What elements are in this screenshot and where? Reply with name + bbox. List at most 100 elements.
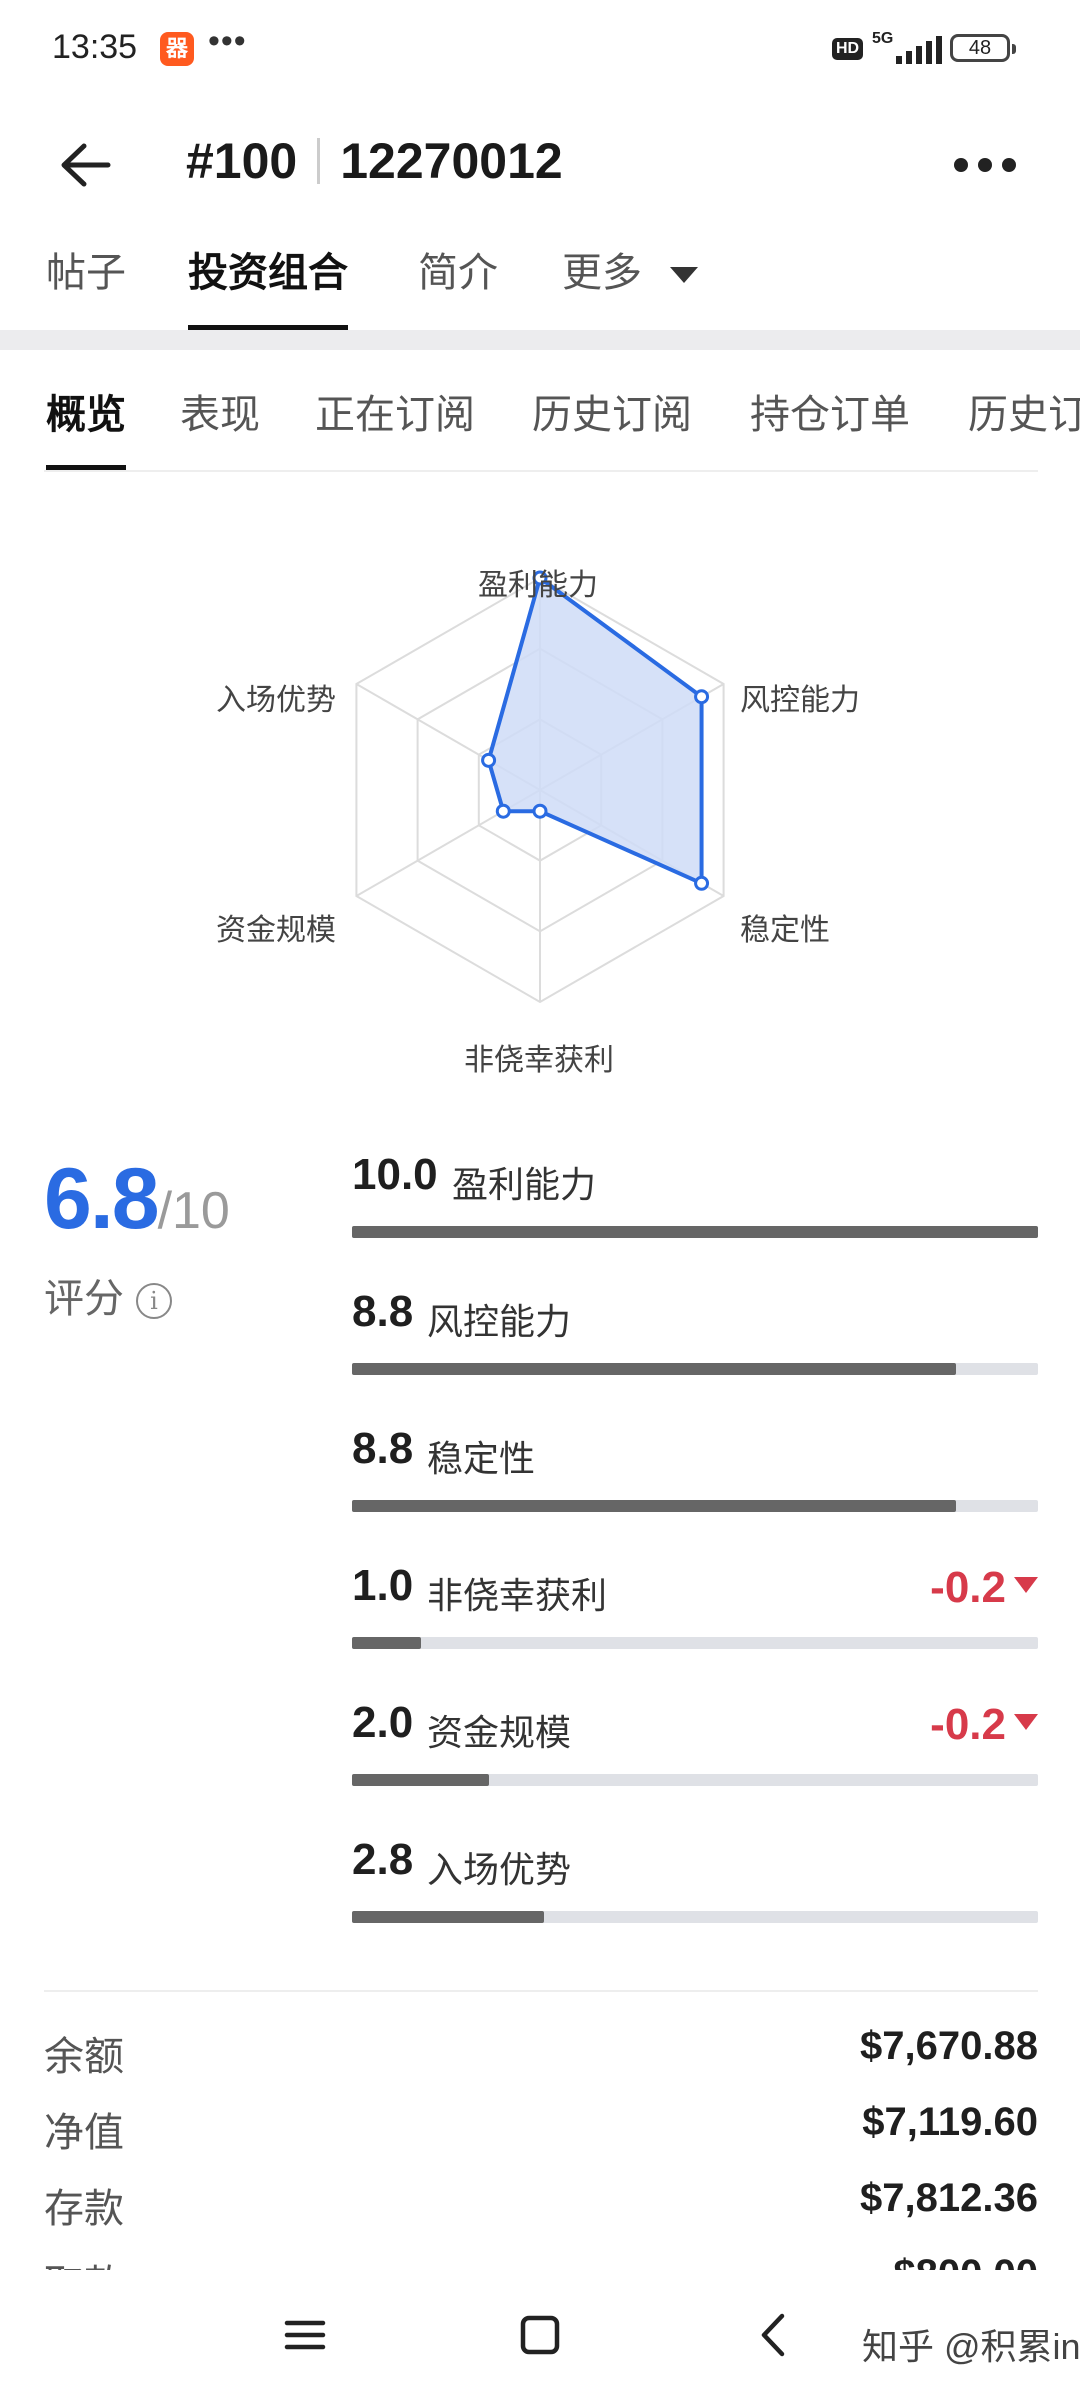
metric-name: 盈利能力 xyxy=(452,1164,597,1205)
account-value: $7,119.60 xyxy=(862,2100,1038,2144)
more-notifications-icon: ••• xyxy=(208,22,247,60)
metric-bar xyxy=(352,1637,1038,1649)
tab-underline xyxy=(44,470,1038,472)
menu-icon xyxy=(284,2320,326,2350)
metric-name: 风控能力 xyxy=(427,1301,572,1342)
radar-label-non-luck: 非侥幸获利 xyxy=(464,1044,614,1077)
radar-label-stability: 稳定性 xyxy=(740,914,830,947)
triangle-down-icon xyxy=(1014,1577,1038,1594)
subtab-overview[interactable]: 概览 xyxy=(46,382,126,470)
metric-name: 非侥幸获利 xyxy=(427,1575,608,1616)
metric-row: 10.0 盈利能力 xyxy=(352,1150,1038,1286)
rank-number: #100 xyxy=(186,133,298,189)
metric-value: 2.0 xyxy=(352,1698,414,1747)
metric-row: 2.8 入场优势 xyxy=(352,1835,1038,1971)
summary-divider xyxy=(44,1990,1038,1992)
metric-bar-fill xyxy=(352,1500,956,1512)
account-value: -$800.00 xyxy=(880,2252,1038,2270)
subtab-subscribing[interactable]: 正在订阅 xyxy=(315,382,475,470)
account-row-balance: 余额 $7,670.88 xyxy=(44,2020,1038,2080)
score-label: 评分 xyxy=(44,1277,124,1321)
metric-bar xyxy=(352,1911,1038,1923)
metric-value: 10.0 xyxy=(352,1150,438,1199)
tab-more-label: 更多 xyxy=(562,251,642,295)
subtab-open-orders[interactable]: 持仓订单 xyxy=(750,382,910,470)
metric-bar xyxy=(352,1500,1038,1512)
main-tabs: 帖子 投资组合 简介 更多 xyxy=(0,230,1080,330)
metric-bar xyxy=(352,1226,1038,1238)
caret-down-icon xyxy=(670,267,699,284)
metric-value: 2.8 xyxy=(352,1835,414,1884)
radar-svg xyxy=(355,570,725,1004)
account-value: $7,670.88 xyxy=(860,2024,1038,2068)
app-notification-icon: 器 xyxy=(160,32,194,66)
metric-bar-fill xyxy=(352,1226,1038,1238)
metric-name: 资金规模 xyxy=(427,1712,572,1753)
radar-label-profitability: 盈利能力 xyxy=(478,569,598,602)
radar-data-point xyxy=(481,752,497,768)
status-time: 13:35 xyxy=(52,28,138,66)
metric-row: 8.8 稳定性 xyxy=(352,1424,1038,1560)
page-header: #100 12270012 xyxy=(0,110,1080,220)
page-title: #100 12270012 xyxy=(186,132,563,192)
score-label-row: 评分 i xyxy=(44,1266,172,1324)
radar-data-point xyxy=(694,875,710,891)
metric-row: 2.0 资金规模 -0.2 xyxy=(352,1698,1038,1834)
tab-portfolio[interactable]: 投资组合 xyxy=(188,240,348,330)
overall-score: 6.8/10 xyxy=(44,1150,230,1249)
home-square-icon xyxy=(520,2315,560,2355)
account-row-equity: 净值 $7,119.60 xyxy=(44,2096,1038,2156)
account-row-deposit: 存款 $7,812.36 xyxy=(44,2172,1038,2232)
account-value: $7,812.36 xyxy=(860,2176,1038,2220)
home-button[interactable] xyxy=(505,2300,575,2370)
radar-data-point xyxy=(694,689,710,705)
system-nav-bar: 知乎 @积累ing xyxy=(0,2270,1080,2400)
metric-bar xyxy=(352,1774,1038,1786)
account-label: 存款 xyxy=(44,2187,124,2231)
menu-button[interactable] xyxy=(270,2300,340,2370)
hd-icon: HD xyxy=(832,38,864,60)
info-icon[interactable]: i xyxy=(136,1283,172,1320)
subtab-performance[interactable]: 表现 xyxy=(180,382,260,470)
account-label: 净值 xyxy=(44,2111,124,2155)
more-options-button[interactable] xyxy=(940,144,1030,184)
signal-icon xyxy=(896,36,942,64)
arrow-left-icon xyxy=(61,143,111,187)
system-back-button[interactable] xyxy=(740,2300,810,2370)
metric-bar-fill xyxy=(352,1637,421,1649)
metric-delta: -0.2 xyxy=(930,1563,1038,1613)
radar-chart: 盈利能力 风控能力 稳定性 非侥幸获利 资金规模 入场优势 xyxy=(180,540,900,1100)
account-summary: 余额 $7,670.88 净值 $7,119.60 存款 $7,812.36 取… xyxy=(0,1990,1080,2270)
metric-bar xyxy=(352,1363,1038,1375)
subtab-subscription-history[interactable]: 历史订阅 xyxy=(532,382,692,470)
tab-more[interactable]: 更多 xyxy=(562,240,701,330)
triangle-down-icon xyxy=(1014,1714,1038,1731)
score-max: /10 xyxy=(157,1182,230,1240)
score-value: 6.8 xyxy=(44,1151,160,1247)
sub-tabs: 概览 表现 正在订阅 历史订阅 持仓订单 历史订单 xyxy=(0,360,1080,470)
radar-data-area xyxy=(486,576,704,886)
radar-data-point xyxy=(495,803,511,819)
metric-value: 8.8 xyxy=(352,1287,414,1336)
metric-bar-fill xyxy=(352,1363,956,1375)
account-label: 取款 xyxy=(44,2252,124,2270)
section-divider xyxy=(0,330,1080,350)
tab-profile[interactable]: 简介 xyxy=(418,240,498,330)
metric-row: 1.0 非侥幸获利 -0.2 xyxy=(352,1561,1038,1697)
battery-icon: 48 xyxy=(950,34,1016,62)
account-row-withdrawal: 取款 -$800.00 xyxy=(44,2248,1038,2270)
account-label: 余额 xyxy=(44,2035,124,2079)
subtab-order-history[interactable]: 历史订单 xyxy=(968,382,1080,470)
metric-value: 8.8 xyxy=(352,1424,414,1473)
radar-data-point xyxy=(532,803,548,819)
radar-label-capital-scale: 资金规模 xyxy=(216,914,336,947)
metric-row: 8.8 风控能力 xyxy=(352,1287,1038,1423)
metric-bar-fill xyxy=(352,1774,490,1786)
chevron-left-icon xyxy=(761,2313,785,2357)
title-separator xyxy=(317,137,321,184)
back-button[interactable] xyxy=(50,130,130,200)
tab-posts[interactable]: 帖子 xyxy=(46,240,126,330)
metric-name: 稳定性 xyxy=(427,1438,536,1479)
metric-bar-fill xyxy=(352,1911,545,1923)
metric-value: 1.0 xyxy=(352,1561,414,1610)
